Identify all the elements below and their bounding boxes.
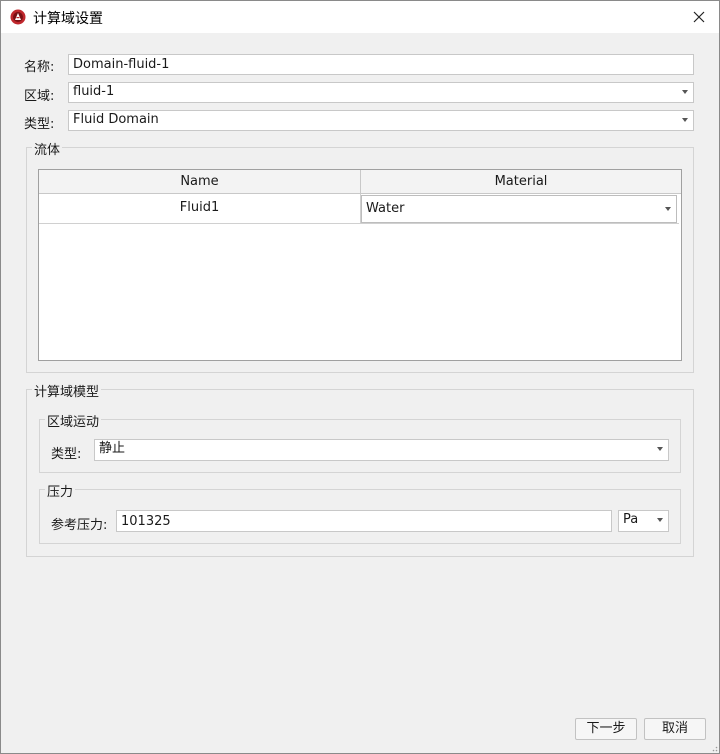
resize-grip-icon[interactable]: [710, 744, 718, 752]
region-select[interactable]: fluid-1: [68, 82, 694, 103]
chevron-down-icon: [682, 90, 688, 94]
close-button[interactable]: [687, 5, 711, 29]
column-header-name[interactable]: Name: [39, 170, 361, 194]
pressure-unit-select[interactable]: Pa: [618, 510, 669, 532]
table-cell-material[interactable]: Water: [361, 194, 679, 224]
motion-group-title: 区域运动: [45, 411, 102, 430]
type-select[interactable]: Fluid Domain: [68, 110, 694, 131]
pressure-group-title: 压力: [45, 481, 76, 500]
close-icon: [693, 11, 705, 23]
material-select-value: Water: [366, 201, 405, 216]
cancel-button[interactable]: 取消: [644, 718, 706, 740]
material-select[interactable]: Water: [361, 195, 677, 223]
region-select-value: fluid-1: [73, 84, 115, 99]
dialog-window: 计算域设置 名称: 区域: fluid-1 类型: Fluid Domain 流…: [0, 0, 720, 754]
motion-type-value: 静止: [99, 441, 126, 456]
chevron-down-icon: [665, 207, 671, 211]
column-header-material[interactable]: Material: [361, 170, 681, 194]
motion-type-select[interactable]: 静止: [94, 439, 669, 461]
motion-type-label: 类型:: [51, 447, 82, 462]
type-select-value: Fluid Domain: [73, 112, 159, 127]
model-group-title: 计算域模型: [32, 381, 102, 400]
next-button[interactable]: 下一步: [575, 718, 637, 740]
chevron-down-icon: [682, 118, 688, 122]
app-logo-icon: [10, 9, 26, 25]
type-label: 类型:: [24, 117, 55, 132]
title-bar: 计算域设置: [1, 1, 719, 33]
fluid-table: Name Material Fluid1 Water: [38, 169, 682, 361]
chevron-down-icon: [657, 518, 663, 522]
fluid-group-title: 流体: [32, 139, 63, 158]
pressure-unit-value: Pa: [623, 512, 639, 527]
reference-pressure-input[interactable]: [116, 510, 612, 532]
reference-pressure-label: 参考压力:: [51, 518, 108, 533]
dialog-title: 计算域设置: [33, 11, 103, 27]
name-label: 名称:: [24, 60, 55, 75]
name-input[interactable]: [68, 54, 694, 75]
region-label: 区域:: [24, 89, 55, 104]
table-cell-name[interactable]: Fluid1: [39, 194, 361, 224]
chevron-down-icon: [657, 447, 663, 451]
